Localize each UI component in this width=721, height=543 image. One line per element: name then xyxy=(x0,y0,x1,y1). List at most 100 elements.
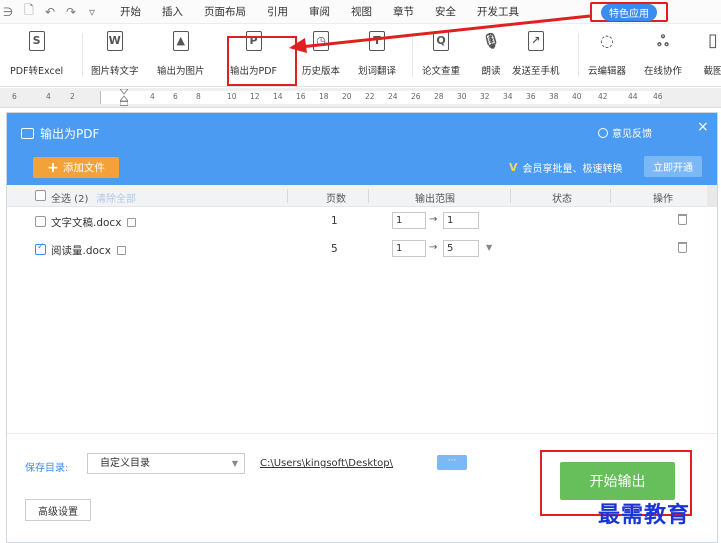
file-name: 文字文稿.docx xyxy=(51,215,137,230)
paper-check-button[interactable]: Q 论文查重 xyxy=(422,29,460,77)
ribbon-toolbar: S PDF转Excel W 图片转文字 ▲ 输出为图片 P 输出为PDF ◷ 历… xyxy=(0,25,721,87)
online-collab-button[interactable]: ஃ 在线协作 xyxy=(644,29,682,77)
range-from-input[interactable]: 1 xyxy=(392,240,426,257)
ruler-tick: 40 xyxy=(572,92,582,101)
ruler-tick: 14 xyxy=(273,92,283,101)
tab-special-apps[interactable]: 特色应用 xyxy=(601,3,657,21)
add-file-label: 添加文件 xyxy=(62,162,105,174)
scrollbar[interactable] xyxy=(707,185,717,207)
ribbon-divider xyxy=(82,33,83,77)
pdf-to-excel-button[interactable]: S PDF转Excel xyxy=(10,29,63,77)
image-to-text-icon: W xyxy=(102,29,128,55)
edit-icon[interactable] xyxy=(116,246,126,255)
tab-start[interactable]: 开始 xyxy=(120,4,141,19)
ruler-tick: 20 xyxy=(342,92,352,101)
translate-button[interactable]: T 划词翻译 xyxy=(358,29,396,77)
file-name: 阅读量.docx xyxy=(51,243,126,258)
delete-icon[interactable] xyxy=(678,214,687,225)
feedback-link[interactable]: 意见反馈 xyxy=(598,125,652,140)
pages-column-header: 页数 xyxy=(326,194,346,205)
ruler-tick: 30 xyxy=(457,92,467,101)
clear-all-link[interactable]: 清除全部 xyxy=(96,190,136,205)
ruler-tick: 10 xyxy=(227,92,237,101)
ruler-tick: 8 xyxy=(196,92,201,101)
indent-handle-icon[interactable] xyxy=(120,89,128,106)
tab-developer[interactable]: 开发工具 xyxy=(477,4,519,19)
file-checkbox[interactable] xyxy=(35,242,46,255)
browse-button[interactable]: ··· xyxy=(437,455,467,470)
range-to-input[interactable]: 5 xyxy=(443,240,479,257)
column-divider xyxy=(287,189,288,203)
redo-icon[interactable]: ↷ xyxy=(65,5,77,19)
pdf-to-excel-icon: S xyxy=(24,29,50,55)
crown-icon: V xyxy=(509,161,518,174)
select-all-checkbox[interactable] xyxy=(35,190,46,201)
ruler-tick: 46 xyxy=(653,92,663,101)
file-table-header: 全选 (2) 清除全部 页数 输出范围 状态 操作 xyxy=(7,185,717,207)
arrow-right-icon: → xyxy=(429,214,438,225)
tab-view[interactable]: 视图 xyxy=(351,4,372,19)
open-vip-button[interactable]: 立即开通 xyxy=(644,156,702,177)
tool-label: PDF转Excel xyxy=(10,66,64,77)
chevron-down-icon[interactable]: ▼ xyxy=(486,243,492,252)
undo-icon[interactable]: ↶ xyxy=(44,5,56,19)
advanced-settings-button[interactable]: 高级设置 xyxy=(25,499,91,521)
translate-icon: T xyxy=(364,29,390,55)
history-version-button[interactable]: ◷ 历史版本 xyxy=(302,29,340,77)
read-aloud-button[interactable]: 🎙 朗读 xyxy=(478,29,504,77)
ruler-tick: 22 xyxy=(365,92,375,101)
action-column-header: 操作 xyxy=(653,194,673,205)
export-pdf-highlight xyxy=(227,36,297,86)
arrow-right-icon: → xyxy=(429,242,438,253)
screenshot-button[interactable]: ▯ 截图 xyxy=(700,29,721,77)
start-export-button[interactable]: 开始输出 xyxy=(560,462,675,500)
send-to-phone-button[interactable]: ↗ 发送至手机 xyxy=(512,29,560,77)
pdf-icon xyxy=(21,128,34,139)
tab-review[interactable]: 审阅 xyxy=(309,4,330,19)
ruler-tick: 6 xyxy=(173,92,178,101)
tool-label: 图片转文字 xyxy=(91,66,139,77)
ribbon-divider xyxy=(412,33,413,77)
special-apps-highlight: 特色应用 xyxy=(590,2,668,22)
cloud-editor-button[interactable]: ◌ 云编辑器 xyxy=(588,29,626,77)
range-from-input[interactable]: 1 xyxy=(392,212,426,229)
ruler-tick: 38 xyxy=(549,92,559,101)
save-directory-label: 保存目录: xyxy=(25,463,69,474)
save-path-link[interactable]: C:\Users\kingsoft\Desktop\ xyxy=(260,458,393,469)
vip-promo: V 会员享批量、极速转换 xyxy=(509,160,623,175)
quick-access-icon[interactable]: ∋ xyxy=(2,5,14,19)
history-icon: ◷ xyxy=(308,29,334,55)
tab-page-layout[interactable]: 页面布局 xyxy=(204,4,246,19)
customize-chevron-icon[interactable]: ▿ xyxy=(86,5,98,19)
plus-icon: + xyxy=(47,159,59,176)
preview-icon[interactable]: 🗋 xyxy=(23,1,35,22)
cloud-editor-icon: ◌ xyxy=(600,31,614,50)
range-column-header: 输出范围 xyxy=(415,194,455,205)
tool-label: 发送至手机 xyxy=(512,66,560,77)
tool-label: 截图 xyxy=(703,66,721,77)
export-image-button[interactable]: ▲ 输出为图片 xyxy=(157,29,205,77)
file-checkbox[interactable] xyxy=(35,216,46,227)
watermark-text: 最需教育 xyxy=(598,502,691,528)
tab-chapter[interactable]: 章节 xyxy=(393,4,414,19)
status-column-header: 状态 xyxy=(552,194,572,205)
save-directory-select[interactable]: 自定义目录 ▼ xyxy=(87,453,245,474)
tool-label: 云编辑器 xyxy=(588,66,627,77)
range-to-input[interactable]: 1 xyxy=(443,212,479,229)
ruler-tick: 4 xyxy=(150,92,155,101)
screenshot-icon: ▯ xyxy=(708,30,718,51)
tab-reference[interactable]: 引用 xyxy=(267,4,288,19)
add-file-button[interactable]: + 添加文件 xyxy=(33,157,119,178)
file-pages: 1 xyxy=(331,215,338,227)
ruler-tick: 34 xyxy=(503,92,513,101)
ruler-tick: 4 xyxy=(46,92,51,101)
tool-label: 划词翻译 xyxy=(358,66,397,77)
edit-icon[interactable] xyxy=(127,218,137,227)
tab-security[interactable]: 安全 xyxy=(435,4,456,19)
tab-insert[interactable]: 插入 xyxy=(162,4,183,19)
delete-icon[interactable] xyxy=(678,242,687,253)
paper-check-icon: Q xyxy=(428,29,454,55)
close-icon[interactable]: × xyxy=(697,119,709,135)
dialog-header: 输出为PDF 意见反馈 × + 添加文件 V 会员享批量、极速转换 立即开通 xyxy=(7,113,717,185)
image-to-text-button[interactable]: W 图片转文字 xyxy=(91,29,139,77)
